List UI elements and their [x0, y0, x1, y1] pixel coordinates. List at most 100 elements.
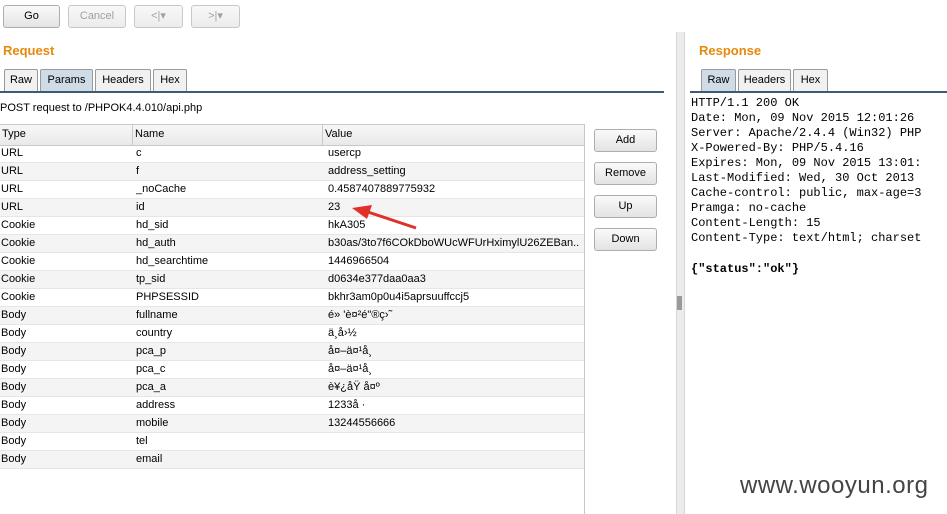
param-name[interactable]: _noCache	[136, 181, 321, 198]
param-name[interactable]: mobile	[136, 415, 321, 432]
table-row[interactable]: Cookie PHPSESSID bkhr3am0p0u4i5aprsuuffccj…	[0, 289, 584, 307]
table-row[interactable]: Cookie tp_sid d0634e377daa0aa3	[0, 271, 584, 289]
back-button[interactable]: <|▾	[134, 5, 183, 28]
column-name[interactable]: Name	[133, 125, 323, 145]
table-row[interactable]: Cookie hd_auth b30as/3to7f6COkDboWUcWFUrHx…	[0, 235, 584, 253]
param-type[interactable]: Cookie	[1, 289, 131, 306]
table-row[interactable]: URL id 23	[0, 199, 584, 217]
param-name[interactable]: tel	[136, 433, 321, 450]
param-type[interactable]: Cookie	[1, 235, 131, 252]
param-value[interactable]: address_setting	[328, 163, 580, 180]
param-name[interactable]: hd_auth	[136, 235, 321, 252]
tab-response-raw[interactable]: Raw	[701, 69, 736, 91]
table-row[interactable]: Body email	[0, 451, 584, 469]
tab-headers[interactable]: Headers	[95, 69, 151, 91]
tab-hex[interactable]: Hex	[153, 69, 187, 91]
param-name[interactable]: fullname	[136, 307, 321, 324]
param-name[interactable]: tp_sid	[136, 271, 321, 288]
table-row[interactable]: Body pca_c å¤–ä¤¹å¸	[0, 361, 584, 379]
param-value[interactable]: 1446966504	[328, 253, 580, 270]
param-value[interactable]: bkhr3am0p0u4i5aprsuuffccj5	[328, 289, 580, 306]
param-name[interactable]: email	[136, 451, 321, 468]
param-name[interactable]: c	[136, 145, 321, 162]
request-title: Request	[3, 43, 55, 58]
param-type[interactable]: Body	[1, 307, 131, 324]
param-type[interactable]: Body	[1, 361, 131, 378]
param-type[interactable]: Body	[1, 379, 131, 396]
divider-grip[interactable]	[677, 296, 682, 310]
table-row[interactable]: URL f address_setting	[0, 163, 584, 181]
down-button[interactable]: Down	[594, 228, 657, 251]
params-table: Type Name Value URL c usercp URL f address_se…	[0, 124, 585, 514]
remove-button[interactable]: Remove	[594, 162, 657, 185]
response-body: {"status":"ok"}	[691, 262, 800, 276]
param-value[interactable]: å¤–ä¤¹å¸	[328, 343, 580, 360]
param-value[interactable]: b30as/3to7f6COkDboWUcWFUrHximylU26ZEBan.…	[328, 235, 580, 252]
param-type[interactable]: URL	[1, 145, 131, 162]
param-type[interactable]: Cookie	[1, 271, 131, 288]
tab-params[interactable]: Params	[40, 69, 93, 91]
param-type[interactable]: URL	[1, 181, 131, 198]
forward-icon: >|▾	[208, 10, 223, 22]
column-value[interactable]: Value	[323, 125, 584, 145]
param-type[interactable]: Cookie	[1, 217, 131, 234]
param-name[interactable]: address	[136, 397, 321, 414]
request-tab-underline	[0, 91, 664, 93]
param-value[interactable]: 0.4587407889775932	[328, 181, 580, 198]
param-name[interactable]: f	[136, 163, 321, 180]
tab-response-hex[interactable]: Hex	[793, 69, 828, 91]
param-name[interactable]: hd_sid	[136, 217, 321, 234]
param-type[interactable]: Cookie	[1, 253, 131, 270]
param-name[interactable]: PHPSESSID	[136, 289, 321, 306]
param-type[interactable]: URL	[1, 163, 131, 180]
param-value[interactable]: d0634e377daa0aa3	[328, 271, 580, 288]
param-name[interactable]: pca_p	[136, 343, 321, 360]
go-button[interactable]: Go	[3, 5, 60, 28]
param-value[interactable]: é» 'è¤²é"®ç›˜	[328, 307, 580, 324]
param-value[interactable]: 1233å ·	[328, 397, 580, 414]
table-row[interactable]: Cookie hd_searchtime 1446966504	[0, 253, 584, 271]
table-row[interactable]: Body tel	[0, 433, 584, 451]
cancel-button[interactable]: Cancel	[68, 5, 126, 28]
table-row[interactable]: Body mobile 13244556666	[0, 415, 584, 433]
param-name[interactable]: pca_c	[136, 361, 321, 378]
add-button[interactable]: Add	[594, 129, 657, 152]
tab-response-headers[interactable]: Headers	[738, 69, 791, 91]
param-value[interactable]: 23	[328, 199, 580, 216]
param-type[interactable]: Body	[1, 415, 131, 432]
param-type[interactable]: Body	[1, 433, 131, 450]
param-value[interactable]: è¥¿åŸ å¤º	[328, 379, 580, 396]
param-value[interactable]: 13244556666	[328, 415, 580, 432]
table-row[interactable]: Body pca_p å¤–ä¤¹å¸	[0, 343, 584, 361]
param-type[interactable]: Body	[1, 343, 131, 360]
table-row[interactable]: Body address 1233å ·	[0, 397, 584, 415]
tab-raw[interactable]: Raw	[4, 69, 38, 91]
table-row[interactable]: Body fullname é» 'è¤²é"®ç›˜	[0, 307, 584, 325]
split-pane-divider[interactable]	[676, 32, 685, 514]
param-type[interactable]: Body	[1, 325, 131, 342]
param-name[interactable]: country	[136, 325, 321, 342]
table-row[interactable]: Body country ä¸­å›½	[0, 325, 584, 343]
request-tabs: Raw Params Headers Hex	[0, 69, 664, 91]
param-type[interactable]: Body	[1, 397, 131, 414]
param-type[interactable]: URL	[1, 199, 131, 216]
param-value[interactable]: hkA305	[328, 217, 580, 234]
column-type[interactable]: Type	[0, 125, 133, 145]
table-row[interactable]: Cookie hd_sid hkA305	[0, 217, 584, 235]
up-button[interactable]: Up	[594, 195, 657, 218]
table-row[interactable]: URL c usercp	[0, 145, 584, 163]
table-row[interactable]: URL _noCache 0.4587407889775932	[0, 181, 584, 199]
param-value[interactable]: å¤–ä¤¹å¸	[328, 361, 580, 378]
table-row[interactable]: Body pca_a è¥¿åŸ å¤º	[0, 379, 584, 397]
table-header: Type Name Value	[0, 124, 584, 146]
response-title: Response	[699, 43, 762, 58]
param-name[interactable]: id	[136, 199, 321, 216]
param-value[interactable]: usercp	[328, 145, 580, 162]
param-value[interactable]: ä¸­å›½	[328, 325, 580, 342]
response-headers: HTTP/1.1 200 OK Date: Mon, 09 Nov 2015 1…	[691, 96, 922, 245]
param-type[interactable]: Body	[1, 451, 131, 468]
watermark: www.wooyun.org	[740, 472, 929, 499]
param-name[interactable]: hd_searchtime	[136, 253, 321, 270]
forward-button[interactable]: >|▾	[191, 5, 240, 28]
param-name[interactable]: pca_a	[136, 379, 321, 396]
